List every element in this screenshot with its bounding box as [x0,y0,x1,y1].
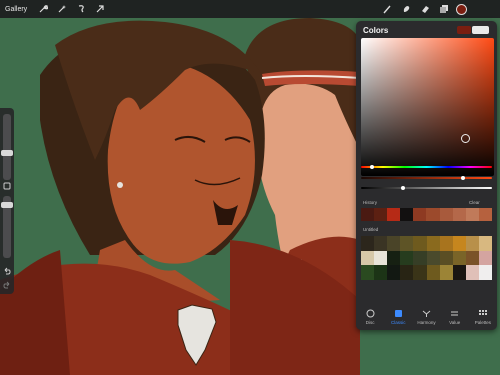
tab-harmony[interactable]: Harmony [412,303,440,330]
palette-swatch[interactable] [452,236,466,251]
palette-swatch[interactable] [465,265,479,280]
palette-swatch[interactable] [426,265,440,280]
modify-square-icon[interactable] [2,181,12,191]
brightness-knob[interactable] [401,186,405,190]
history-swatch[interactable] [387,208,401,221]
palette-swatch[interactable] [400,250,414,266]
panel-title: Colors [363,26,389,35]
tab-label: Palettes [474,319,492,325]
palette-swatch[interactable] [465,250,479,266]
palette-swatch[interactable] [361,250,375,266]
brush-icon[interactable] [380,2,394,16]
layers-icon[interactable] [437,2,451,16]
palette-swatch[interactable] [452,250,466,266]
palette-swatch[interactable] [374,250,388,266]
history-swatch[interactable] [413,208,427,221]
hue-knob[interactable] [370,165,374,169]
history-swatch[interactable] [439,208,453,221]
history-swatch[interactable] [374,208,388,221]
palette-label: Untitled [363,227,379,232]
smudge-icon[interactable] [399,2,413,16]
colors-panel: Colors History Clear Untitled Disc Classi… [356,21,497,330]
palette-swatch[interactable] [478,236,492,251]
current-color-button[interactable] [456,3,467,15]
tab-classic[interactable]: Classic [384,303,412,330]
brush-size-slider[interactable] [1,114,13,180]
palette-grid [361,236,492,280]
harmony-icon [422,309,432,318]
left-sidebar [0,108,14,294]
palette-swatch[interactable] [413,250,427,266]
history-swatch[interactable] [465,208,479,221]
brightness-slider[interactable] [361,186,492,190]
history-swatch[interactable] [478,208,492,221]
palette-swatch[interactable] [426,250,440,266]
color-picker-square[interactable] [361,38,494,176]
disc-icon [365,309,375,318]
magic-wand-icon[interactable] [55,2,69,16]
tab-label: Value [449,319,461,325]
transform-arrow-icon[interactable] [93,2,107,16]
palette-swatch[interactable] [400,265,414,280]
picker-knob[interactable] [461,134,470,143]
palette-swatch[interactable] [387,250,401,266]
tab-value[interactable]: Value [441,303,469,330]
palette-swatch[interactable] [387,265,401,280]
tab-disc[interactable]: Disc [356,303,384,330]
palette-swatch[interactable] [361,236,375,251]
palette-swatch[interactable] [465,236,479,251]
history-swatch[interactable] [361,208,375,221]
history-label: History [363,200,378,205]
undo-icon[interactable] [2,266,12,276]
history-swatches [361,208,492,221]
brush-size-thumb[interactable] [1,150,13,156]
eraser-icon[interactable] [418,2,432,16]
palette-swatch[interactable] [374,236,388,251]
palette-swatch[interactable] [452,265,466,280]
tab-label: Disc [365,319,375,325]
previous-color-swatch[interactable] [472,26,489,34]
tab-label: Harmony [417,319,436,325]
history-swatch[interactable] [452,208,466,221]
tab-palettes[interactable]: Palettes [469,303,497,330]
palette-swatch[interactable] [361,265,375,280]
clear-history-button[interactable]: Clear [469,200,480,205]
history-swatch[interactable] [426,208,440,221]
classic-icon [393,309,403,318]
saturation-slider[interactable] [361,176,492,180]
palette-swatch[interactable] [439,265,453,280]
palette-swatch[interactable] [478,265,492,280]
palette-swatch[interactable] [400,236,414,251]
palette-swatch[interactable] [413,236,427,251]
gallery-button[interactable]: Gallery [5,6,27,13]
wrench-icon[interactable] [36,2,50,16]
value-icon [450,309,460,318]
palette-swatch[interactable] [426,236,440,251]
palette-swatch[interactable] [439,236,453,251]
redo-icon[interactable] [2,280,12,290]
saturation-knob[interactable] [461,176,465,180]
opacity-thumb[interactable] [1,202,13,208]
opacity-slider[interactable] [1,196,13,258]
palette-swatch[interactable] [387,236,401,251]
hue-slider[interactable] [361,165,492,169]
palette-swatch[interactable] [478,250,492,266]
palette-swatch[interactable] [413,265,427,280]
palettes-icon [478,309,488,318]
color-mode-tabs: Disc Classic Harmony Value Palettes [356,303,497,330]
current-color-swatch [457,26,471,34]
history-swatch[interactable] [400,208,414,221]
top-toolbar: Gallery [0,0,500,18]
tab-label: Classic [391,319,406,325]
palette-swatch[interactable] [439,250,453,266]
selection-icon[interactable] [74,2,88,16]
palette-swatch[interactable] [374,265,388,280]
